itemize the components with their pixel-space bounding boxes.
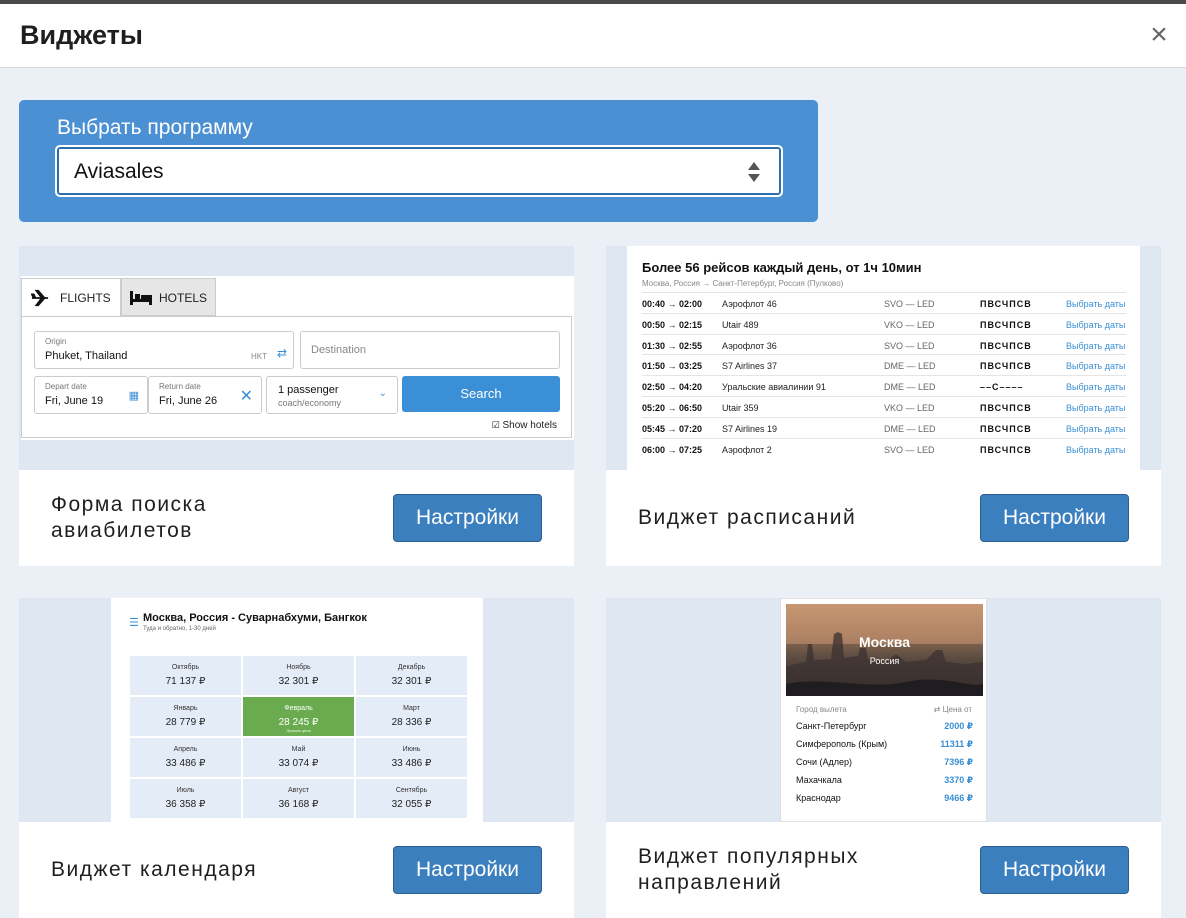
destination-field: Destination — [300, 331, 560, 369]
widget-card-footer: Виджет популярных направлений Настройки — [606, 822, 1161, 918]
calendar-icon: ▦ — [128, 390, 139, 402]
settings-button-calendar[interactable]: Настройки — [393, 846, 542, 894]
calendar-cell: Июнь 33 486 ₽ — [356, 738, 467, 777]
popular-preview: Москва Россия Город вылета ⇄ Цена от Сан… — [780, 598, 987, 822]
chevron-down-icon: ⌄ — [378, 388, 387, 399]
widget-preview-search-form: FLIGHTS HOTELS Origin Phuket, Thailand H… — [19, 246, 574, 470]
close-icon[interactable]: × — [1146, 20, 1172, 50]
checkbox-icon: ☑ — [491, 420, 500, 430]
skyline-image — [786, 632, 983, 696]
calendar-cell: Ноябрь 32 301 ₽ — [243, 656, 354, 695]
widget-card-footer: Виджет расписаний Настройки — [606, 470, 1161, 566]
bed-icon — [130, 291, 152, 305]
schedule-row: 01:50 → 03:25 S7 Airlines 37 DME — LED ПВСЧ… — [642, 354, 1126, 375]
schedule-preview: Более 56 рейсов каждый день, от 1ч 10мин… — [627, 246, 1140, 470]
plane-icon — [31, 289, 49, 307]
popular-item: Махачкала 3370 ₽ — [796, 775, 973, 785]
schedule-row: 01:30 → 02:55 Аэрофлот 36 SVO — LED ПВСЧПСВ… — [642, 333, 1126, 355]
widget-title: Форма поиска авиабилетов — [51, 493, 207, 542]
widget-preview-popular: Москва Россия Город вылета ⇄ Цена от Сан… — [606, 598, 1161, 822]
return-date-field: Return date Fri, June 26 ✕ — [148, 376, 262, 414]
popular-item: Санкт-Петербург 2000 ₽ — [796, 721, 973, 731]
settings-button-schedule[interactable]: Настройки — [980, 494, 1129, 542]
clear-icon: ✕ — [239, 388, 253, 405]
widget-card-popular: Москва Россия Город вылета ⇄ Цена от Сан… — [606, 598, 1161, 918]
calendar-cell: Сентябрь 32 055 ₽ — [356, 779, 467, 818]
flights-form-preview: FLIGHTS HOTELS Origin Phuket, Thailand H… — [21, 276, 574, 440]
calendar-preview: ☰ Москва, Россия - Суварнабхуми, Бангкок… — [111, 598, 483, 822]
calendar-cell: Октябрь 71 137 ₽ — [130, 656, 241, 695]
tab-hotels: HOTELS — [121, 278, 216, 316]
schedule-row: 06:00 → 07:25 Аэрофлот 2 SVO — LED ПВСЧПСВ В… — [642, 437, 1126, 459]
widget-card-schedule: Более 56 рейсов каждый день, от 1ч 10мин… — [606, 246, 1161, 566]
widget-preview-calendar: ☰ Москва, Россия - Суварнабхуми, Бангкок… — [19, 598, 574, 822]
calendar-cell: Декабрь 32 301 ₽ — [356, 656, 467, 695]
calendar-cell: Март 28 336 ₽ — [356, 697, 467, 736]
settings-button-search-form[interactable]: Настройки — [393, 494, 542, 542]
program-select-value: Aviasales — [74, 160, 164, 183]
depart-date-field: Depart date Fri, June 19 ▦ — [34, 376, 148, 414]
widget-preview-schedule: Более 56 рейсов каждый день, от 1ч 10мин… — [606, 246, 1161, 470]
widget-title: Виджет календаря — [51, 858, 258, 881]
popular-item: Сочи (Адлер) 7396 ₽ — [796, 757, 973, 767]
schedule-row: 05:45 → 07:20 S7 Airlines 19 DME — LED ПВСЧ… — [642, 416, 1126, 438]
calendar-cell: Апрель 33 486 ₽ — [130, 738, 241, 777]
calendar-cell: Июль 36 358 ₽ — [130, 779, 241, 818]
origin-field: Origin Phuket, Thailand HKT ⇄ — [34, 331, 294, 369]
calendar-cell: Февраль 28 245 ₽ Лучшая цена — [243, 697, 354, 736]
calendar-cell: Май 33 074 ₽ — [243, 738, 354, 777]
select-arrows-icon — [748, 162, 760, 182]
calendar-cell: Август 36 168 ₽ — [243, 779, 354, 818]
tab-flights: FLIGHTS — [21, 278, 121, 316]
popular-item: Симферополь (Крым) 11311 ₽ — [796, 739, 973, 749]
program-select[interactable]: Aviasales — [55, 145, 783, 197]
widget-card-search-form: FLIGHTS HOTELS Origin Phuket, Thailand H… — [19, 246, 574, 566]
page-title: Виджеты — [20, 20, 143, 50]
city-photo: Москва Россия — [786, 604, 983, 696]
menu-icon: ☰ — [129, 617, 139, 629]
modal-header: Виджеты × — [0, 4, 1186, 68]
widget-card-footer: Форма поиска авиабилетов Настройки — [19, 470, 574, 566]
show-hotels-checkbox: ☑ Show hotels — [491, 420, 557, 431]
program-select-label: Выбрать программу — [57, 116, 253, 139]
settings-button-popular[interactable]: Настройки — [980, 846, 1129, 894]
schedule-row: 00:50 → 02:15 Utair 489 VKO — LED ПВСЧПСВ Вы… — [642, 312, 1126, 334]
widget-title: Виджет популярных направлений — [638, 845, 859, 894]
widget-card-calendar: ☰ Москва, Россия - Суварнабхуми, Бангкок… — [19, 598, 574, 918]
passengers-field: 1 passenger coach/economy ⌄ — [266, 376, 398, 414]
schedule-row: 00:40 → 02:00 Аэрофлот 46 SVO — LED ПВСЧПСВ… — [642, 292, 1126, 313]
flights-form-panel: Origin Phuket, Thailand HKT ⇄ Destinatio… — [21, 316, 572, 438]
swap-icon: ⇄ — [276, 346, 287, 360]
schedule-row: 05:20 → 06:50 Utair 359 VKO — LED ПВСЧПСВ Вы… — [642, 396, 1126, 417]
popular-item: Краснодар 9466 ₽ — [796, 793, 973, 803]
widget-card-footer: Виджет календаря Настройки — [19, 822, 574, 918]
calendar-cell: Январь 28 779 ₽ — [130, 697, 241, 736]
widget-title: Виджет расписаний — [638, 506, 857, 529]
program-selector: Выбрать программу Aviasales — [19, 100, 818, 222]
search-button-preview: Search — [402, 376, 560, 412]
schedule-row: 02:50 → 04:20 Уральские авиалинии 91 DME —… — [642, 375, 1126, 396]
